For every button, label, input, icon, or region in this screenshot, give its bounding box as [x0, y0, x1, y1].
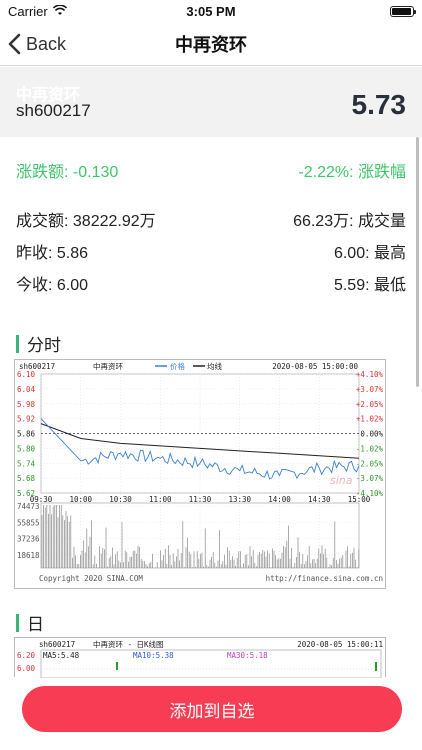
prev-close: 昨收: 5.86	[16, 245, 89, 262]
price-tick-label: 5.74	[17, 459, 36, 468]
time-tick-label: 14:30	[308, 495, 331, 504]
status-left: Carrier	[8, 4, 67, 19]
legend-price-label: 价格	[170, 361, 185, 371]
change-row: 涨跌额: -0.130 -2.22%: 涨跌幅	[16, 158, 406, 182]
quote-header: 中再资环 sh600217 5.73	[0, 67, 422, 137]
section-accent-bar	[16, 613, 19, 632]
page-title: 中再资环	[175, 34, 247, 55]
intraday-section-title: 分时	[27, 336, 61, 355]
volume-tick-label: 55855	[17, 518, 40, 527]
source-text: http://finance.sina.com.cn	[266, 574, 383, 583]
price-tick-label: 5.80	[17, 444, 36, 453]
stock-detail-content[interactable]: 中再资环 sh600217 5.73 涨跌额: -0.130 -2.22%: 涨…	[0, 67, 422, 750]
stock-code: sh600217	[16, 101, 91, 120]
stock-price: 5.73	[351, 89, 407, 120]
pct-tick-label: +3.07%	[356, 385, 384, 394]
volume-tick-label: 37236	[17, 535, 40, 544]
price-tick-label: 6.10	[17, 370, 36, 379]
pct-tick-label: +1.02%	[356, 415, 384, 424]
turnover-row: 成交额: 38222.92万 66.23万: 成交量	[16, 207, 406, 231]
volume-tick-label: 18618	[17, 551, 40, 560]
battery-fill	[392, 7, 411, 15]
legend-avg-label: 均线	[207, 361, 222, 371]
price-tick-label: 6.04	[17, 385, 36, 394]
daily-chart[interactable]: sh600217 中再资环 - 日K线图 2020-08-05 15:00:11 6.…	[14, 637, 386, 678]
change-percent: -2.22%: 涨跌幅	[298, 164, 406, 181]
back-button[interactable]: Back	[8, 28, 66, 60]
volume-tick-label: 74473	[17, 502, 40, 511]
section-accent-bar	[16, 334, 19, 353]
daily-plot-frame	[40, 649, 382, 678]
open: 今收: 6.00	[16, 277, 89, 294]
daily-datetime: 2020-08-05 15:00:11	[297, 640, 383, 649]
price-plot-frame	[40, 373, 360, 494]
daily-code: sh600217	[39, 640, 75, 649]
high: 6.00: 最高	[333, 245, 406, 262]
time-tick-label: 11:30	[189, 495, 212, 504]
daily-section-title: 日	[27, 615, 44, 634]
time-tick-label: 14:00	[268, 495, 291, 504]
pct-tick-label: +4.10%	[356, 370, 384, 379]
copyright-text: Copyright 2020 SINA.COM	[39, 574, 143, 583]
ma5-label: MA5:5.48	[43, 651, 80, 660]
daily-name: 中再资环 - 日K线图	[93, 639, 164, 649]
prev-close-row: 昨收: 5.86 6.00: 最高	[16, 239, 406, 263]
add-to-watchlist-button[interactable]: 添加到自选	[22, 686, 402, 732]
time-tick-label: 10:30	[109, 495, 132, 504]
pct-tick-label: +2.05%	[356, 400, 384, 409]
pct-tick-label: -2.05%	[356, 459, 384, 468]
time-tick-label: 11:00	[149, 495, 172, 504]
pct-tick-label: -3.07%	[356, 474, 384, 483]
daily-candle	[116, 662, 118, 670]
daily-section-header: 日	[16, 610, 44, 635]
price-tick-label: 5.92	[17, 415, 35, 424]
price-tick-label: 5.86	[17, 430, 36, 439]
sina-watermark: sina	[330, 474, 353, 487]
change-amount: 涨跌额: -0.130	[16, 164, 119, 181]
open-row: 今收: 6.00 5.59: 最低	[16, 271, 406, 295]
time-tick-label: 15:00	[348, 495, 371, 504]
chart-name: 中再资环	[93, 361, 123, 371]
ma10-label: MA10:5.38	[133, 651, 174, 660]
daily-price-tick: 6.20	[17, 651, 36, 660]
low: 5.59: 最低	[333, 277, 406, 294]
pct-tick-label: -1.02%	[356, 444, 384, 453]
status-bar: Carrier 3:05 PM	[0, 0, 422, 22]
time-tick-label: 13:30	[228, 495, 251, 504]
price-tick-label: 5.68	[17, 474, 36, 483]
time-tick-label: 10:00	[69, 495, 92, 504]
intraday-chart[interactable]: sh600217 中再资环 价格 均线 2020-08-05 15:00:00 6.10 +…	[14, 359, 386, 589]
intraday-chart-svg: sh600217 中再资环 价格 均线 2020-08-05 15:00:006.10 +…	[17, 361, 384, 583]
intraday-section-header: 分时	[16, 331, 61, 356]
daily-chart-svg: sh600217 中再资环 - 日K线图 2020-08-05 15:00:11 6.…	[17, 639, 383, 678]
battery-icon	[390, 5, 416, 17]
navigation-bar: Back 中再资环	[0, 22, 422, 66]
scroll-indicator[interactable]	[416, 137, 419, 387]
daily-price-tick: 6.00	[17, 664, 36, 673]
ma30-label: MA30:5.18	[227, 651, 268, 660]
chevron-left-icon	[8, 33, 21, 55]
daily-candle	[375, 662, 377, 671]
back-label: Back	[26, 33, 67, 54]
volume: 66.23万: 成交量	[293, 213, 406, 230]
turnover: 成交额: 38222.92万	[16, 213, 156, 230]
carrier-label: Carrier	[8, 3, 48, 19]
chart-datetime: 2020-08-05 15:00:00	[272, 362, 358, 371]
price-tick-label: 5.98	[17, 400, 36, 409]
pct-tick-label: 0.00%	[360, 430, 383, 439]
wifi-icon	[52, 3, 67, 19]
